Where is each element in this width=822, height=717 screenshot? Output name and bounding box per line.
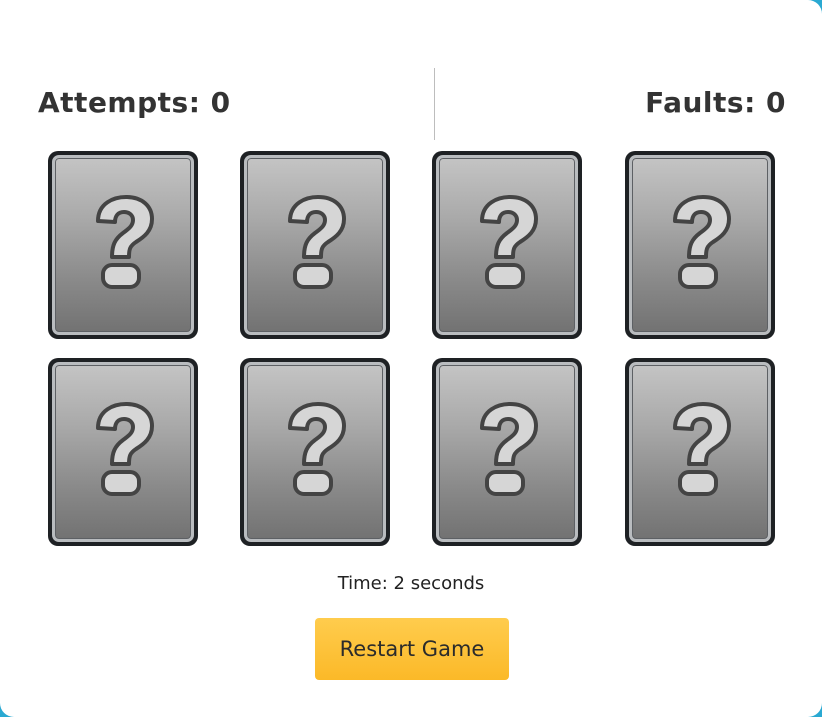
faults-counter: Faults: 0 — [645, 86, 786, 119]
card[interactable] — [48, 151, 198, 339]
card-back — [436, 362, 578, 542]
card[interactable] — [625, 151, 775, 339]
card[interactable] — [48, 358, 198, 546]
card[interactable] — [240, 151, 390, 339]
card-back — [436, 155, 578, 335]
score-divider — [434, 68, 435, 140]
game-panel: Attempts: 0 Faults: 0 Time: 2 seconds Re… — [0, 0, 822, 717]
card-back — [244, 155, 386, 335]
restart-game-button[interactable]: Restart Game — [315, 618, 509, 680]
question-mark-icon — [480, 195, 538, 289]
card-grid — [48, 151, 776, 547]
card-back — [52, 155, 194, 335]
card-back — [52, 362, 194, 542]
question-mark-icon — [673, 402, 731, 496]
card[interactable] — [432, 151, 582, 339]
question-mark-icon — [96, 195, 154, 289]
question-mark-icon — [96, 402, 154, 496]
attempts-counter: Attempts: 0 — [38, 86, 231, 119]
card-back — [244, 362, 386, 542]
card[interactable] — [432, 358, 582, 546]
card[interactable] — [240, 358, 390, 546]
question-mark-icon — [288, 402, 346, 496]
card[interactable] — [625, 358, 775, 546]
card-back — [629, 362, 771, 542]
card-back — [629, 155, 771, 335]
question-mark-icon — [480, 402, 538, 496]
question-mark-icon — [288, 195, 346, 289]
timer-text: Time: 2 seconds — [337, 573, 485, 594]
question-mark-icon — [673, 195, 731, 289]
